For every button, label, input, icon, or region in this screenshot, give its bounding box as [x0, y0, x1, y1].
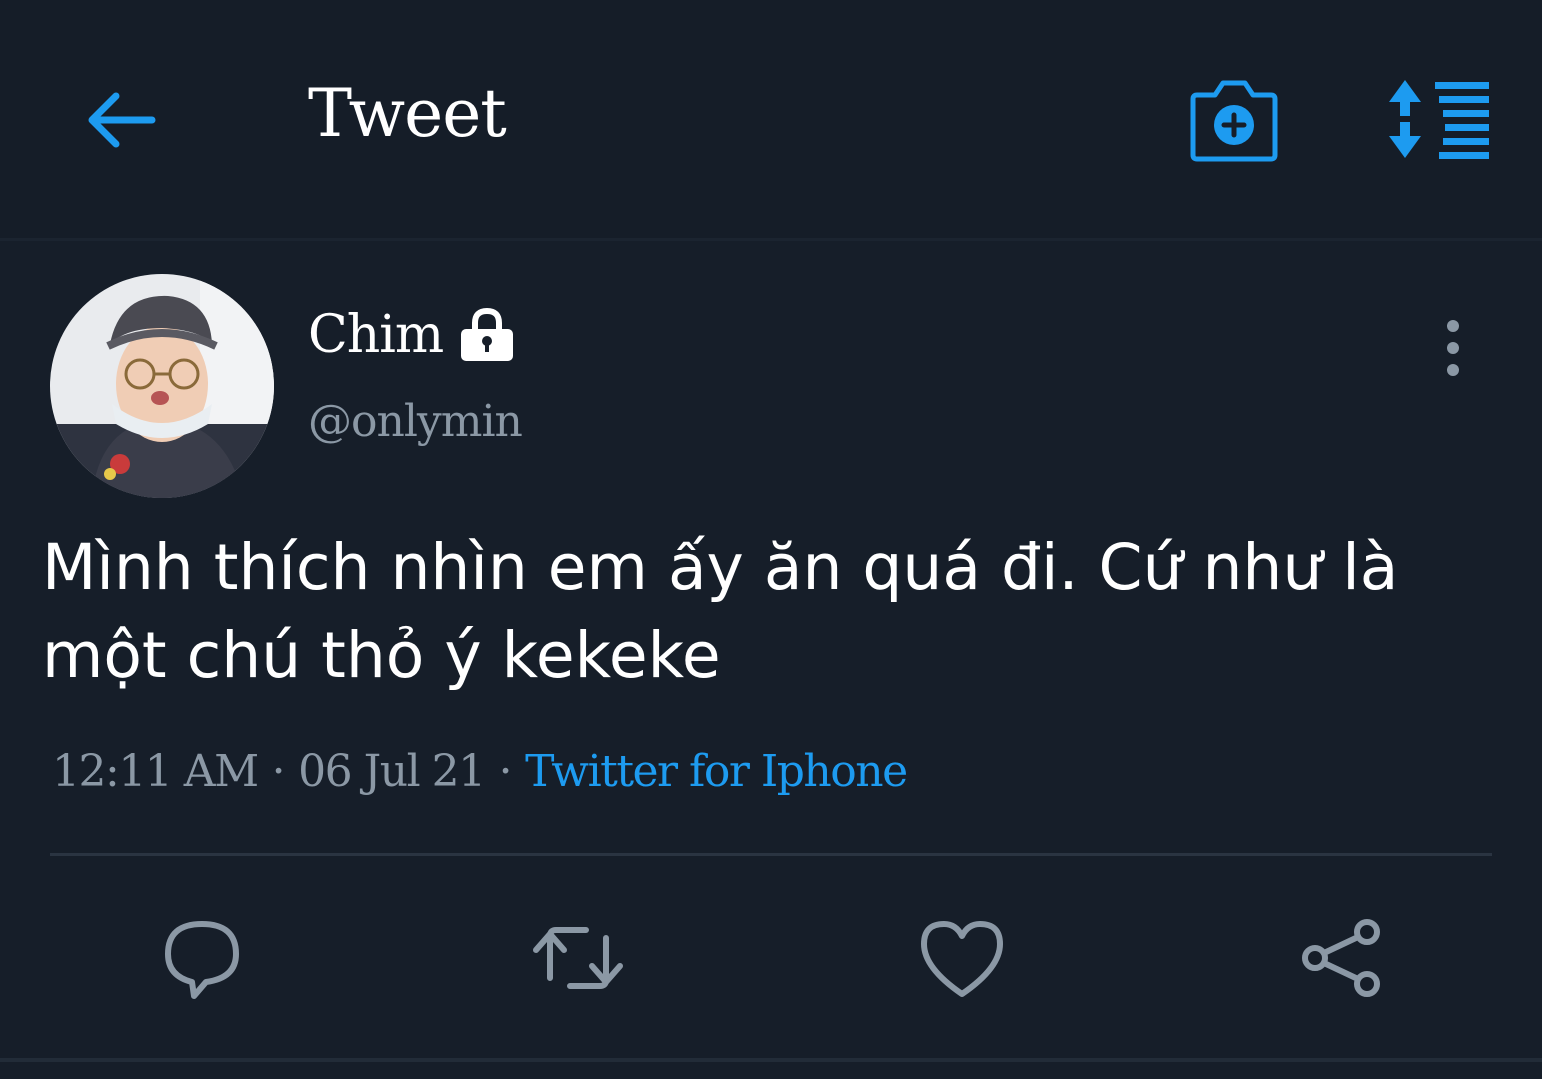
- reply-bubble-icon: [165, 921, 239, 999]
- sort-button[interactable]: [1380, 70, 1500, 166]
- camera-add-icon: [1190, 80, 1278, 162]
- reply-button[interactable]: [154, 910, 250, 1006]
- tweet-source-link[interactable]: Twitter for Iphone: [525, 746, 908, 797]
- arrow-left-icon: [88, 92, 156, 148]
- tweet-time: 12:11 AM: [52, 746, 259, 797]
- retweet-button[interactable]: [530, 910, 626, 1006]
- camera-button[interactable]: [1182, 72, 1286, 168]
- like-button[interactable]: [914, 910, 1010, 1006]
- author-handle[interactable]: @onlymin: [308, 392, 523, 452]
- top-app-bar: [0, 0, 1542, 240]
- retweet-icon: [533, 927, 623, 989]
- meta-separator: ·: [498, 746, 513, 797]
- page-title: Tweet: [308, 75, 507, 152]
- back-button[interactable]: [78, 78, 162, 162]
- display-name[interactable]: Chim: [308, 302, 444, 368]
- header-divider: [0, 238, 1542, 241]
- sort-lines-icon: [1389, 80, 1489, 159]
- more-options-button[interactable]: [1420, 306, 1486, 390]
- heart-icon: [921, 921, 1003, 997]
- share-icon: [1302, 919, 1380, 997]
- avatar[interactable]: [50, 274, 274, 498]
- lock-icon: [457, 305, 517, 365]
- author-name-row: Chim: [308, 302, 517, 368]
- share-button[interactable]: [1294, 910, 1390, 1006]
- tweet-date: 06 Jul 21: [298, 746, 486, 797]
- profile-photo: [50, 274, 274, 498]
- bottom-divider: [0, 1058, 1542, 1062]
- meta-separator: ·: [271, 746, 286, 797]
- tweet-meta: 12:11 AM · 06 Jul 21 · Twitter for Iphone: [52, 740, 908, 804]
- divider: [50, 853, 1492, 856]
- more-vertical-icon: [1447, 320, 1459, 376]
- tweet-text: Mình thích nhìn em ấy ăn quá đi. Cứ như …: [42, 531, 1399, 692]
